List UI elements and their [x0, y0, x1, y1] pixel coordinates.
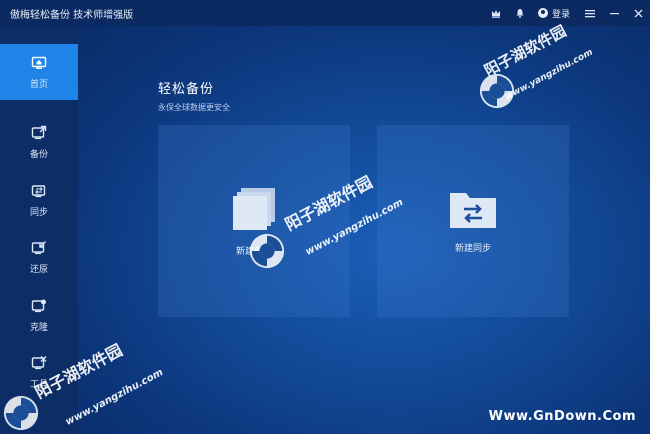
title-tools: 登录	[484, 0, 650, 26]
minimize-icon[interactable]	[602, 0, 626, 26]
page-title: 轻松备份	[158, 82, 215, 97]
site-watermark: Www.GnDown.Com	[488, 409, 636, 424]
sidebar-item-sync[interactable]: 同步	[0, 172, 78, 228]
login-label: 登录	[551, 9, 570, 20]
sidebar-item-label: 同步	[29, 207, 48, 218]
new-sync-icon	[450, 192, 496, 228]
title-bar: 傲梅轻松备份 技术师增强版 登录	[0, 0, 650, 26]
home-icon	[31, 56, 47, 69]
sidebar-item-label: 还原	[29, 264, 48, 275]
sidebar: 首页 备份 同步 还原 克隆 工具	[0, 26, 78, 434]
sync-icon	[31, 184, 46, 197]
login-button[interactable]: 登录	[532, 7, 578, 20]
sidebar-item-label: 备份	[29, 149, 48, 160]
clone-icon	[31, 299, 46, 312]
sidebar-item-clone[interactable]: 克隆	[0, 287, 78, 343]
backup-icon	[31, 125, 47, 139]
new-backup-card[interactable]: 新建备份	[158, 125, 350, 317]
page-subtitle: 永保全球数据更安全	[158, 103, 230, 112]
new-backup-icon	[233, 187, 275, 230]
sidebar-item-home[interactable]: 首页	[0, 44, 78, 100]
main-panel: 轻松备份 永保全球数据更安全 新建备份 新建同步	[78, 26, 650, 434]
menu-icon[interactable]	[578, 0, 602, 26]
sidebar-item-label: 工具	[29, 379, 48, 390]
new-sync-label: 新建同步	[454, 243, 491, 254]
sidebar-item-restore[interactable]: 还原	[0, 229, 78, 285]
crown-icon[interactable]	[484, 0, 508, 26]
sidebar-item-backup[interactable]: 备份	[0, 114, 78, 170]
new-backup-label: 新建备份	[235, 246, 272, 257]
sidebar-item-label: 首页	[29, 79, 48, 90]
user-icon	[537, 8, 548, 18]
sidebar-item-label: 克隆	[29, 322, 48, 333]
close-icon[interactable]	[626, 0, 650, 26]
tools-icon	[31, 355, 47, 369]
app-title: 傲梅轻松备份 技术师增强版	[10, 9, 134, 21]
bell-icon[interactable]	[508, 0, 532, 26]
sidebar-item-tools[interactable]: 工具	[0, 344, 78, 400]
new-sync-card[interactable]: 新建同步	[377, 125, 569, 317]
restore-icon	[31, 240, 46, 254]
